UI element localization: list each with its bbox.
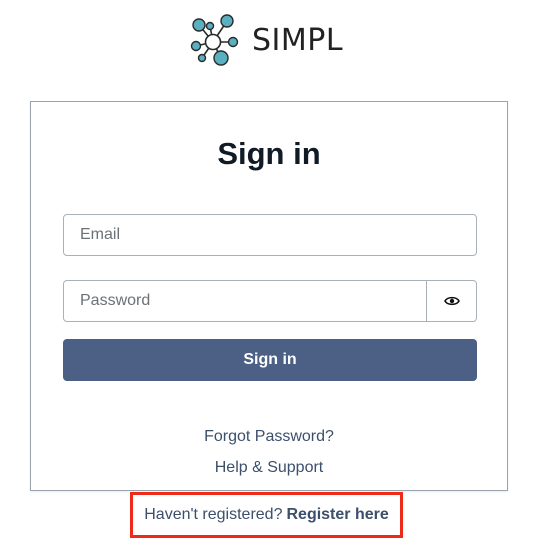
email-field[interactable] xyxy=(63,214,477,256)
signin-card: Sign in Sign in Forgot Password? Help & … xyxy=(30,101,508,491)
eye-icon xyxy=(443,296,460,306)
brand-logo: SIMPL xyxy=(188,12,343,68)
register-prompt-text: Haven't registered? xyxy=(144,506,283,523)
molecule-network-icon xyxy=(190,14,239,66)
register-link[interactable]: Register here xyxy=(286,506,388,524)
sign-in-button[interactable]: Sign in xyxy=(63,339,477,381)
brand-name: SIMPL xyxy=(252,22,344,58)
help-support-link[interactable]: Help & Support xyxy=(31,459,507,477)
register-prompt: Haven't registered? Register here xyxy=(130,492,403,538)
forgot-password-link[interactable]: Forgot Password? xyxy=(31,428,507,446)
password-group xyxy=(63,280,477,322)
show-password-button[interactable] xyxy=(427,280,477,322)
password-field[interactable] xyxy=(63,280,427,322)
page-title: Sign in xyxy=(217,136,321,171)
